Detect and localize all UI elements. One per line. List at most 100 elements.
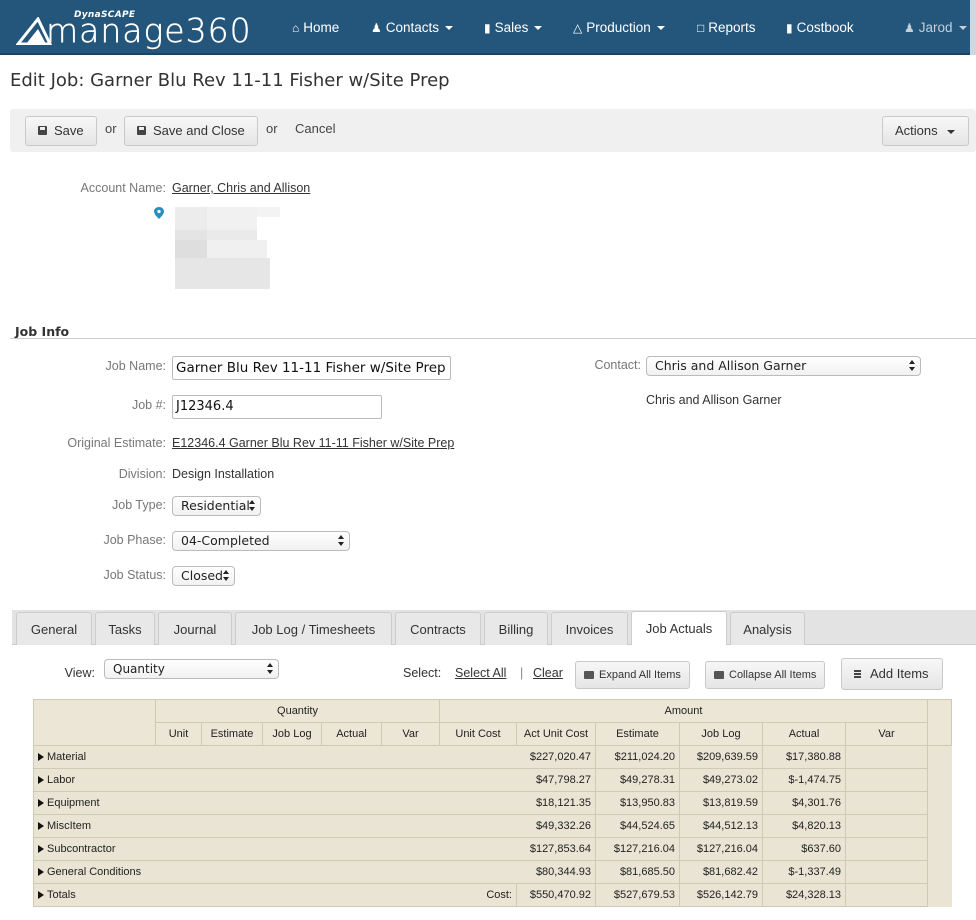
- nav-user-menu[interactable]: ♟ Jarod: [904, 0, 967, 55]
- tab-contracts[interactable]: Contracts: [395, 612, 481, 645]
- row-category[interactable]: MiscItem: [33, 814, 517, 838]
- job-number-input[interactable]: J12346.4: [172, 395, 382, 419]
- cell-actual: $13,819.59: [679, 791, 763, 815]
- select-all-link[interactable]: Select All: [455, 666, 506, 680]
- tab-invoices[interactable]: Invoices: [551, 612, 628, 645]
- nav-home[interactable]: ⌂ Home: [292, 0, 339, 55]
- nav-production[interactable]: △ Production: [573, 0, 665, 55]
- tab-tasks[interactable]: Tasks: [95, 612, 155, 645]
- nav-sales-label: Sales: [494, 20, 529, 35]
- column-header: Var: [381, 722, 440, 746]
- cell-blank: [845, 768, 928, 792]
- actions-button[interactable]: Actions: [882, 116, 969, 146]
- totals-name: Totals: [47, 889, 76, 901]
- list-icon: [854, 670, 861, 679]
- row-category[interactable]: Subcontractor: [33, 837, 517, 861]
- cell-var: $4,820.13: [762, 814, 846, 838]
- table-row[interactable]: Material $227,020.47 $211,024.20 $209,63…: [33, 745, 952, 769]
- actions-label: Actions: [895, 123, 938, 138]
- tab-journal[interactable]: Journal: [158, 612, 232, 645]
- account-name-link[interactable]: Garner, Chris and Allison: [172, 181, 310, 195]
- contact-select-value: Chris and Allison Garner: [655, 358, 807, 373]
- cell-var: $4,301.76: [762, 791, 846, 815]
- top-navbar: DynaSCAPE manage360 ⌂ Home ♟ Contacts ▮ Sal…: [0, 0, 976, 55]
- brand-logo[interactable]: DynaSCAPE manage360: [16, 10, 276, 48]
- job-status-value: Closed: [181, 568, 223, 583]
- nav-costbook[interactable]: ▮ Costbook: [786, 0, 854, 55]
- contact-select[interactable]: Chris and Allison Garner: [646, 356, 921, 376]
- column-header: Actual: [762, 722, 846, 746]
- totals-category[interactable]: Totals: [33, 883, 440, 907]
- save-and-close-button[interactable]: Save and Close: [124, 116, 258, 146]
- select-arrows-icon: [249, 500, 255, 512]
- cell-estimate: $49,332.26: [516, 814, 596, 838]
- totals-actual: $526,142.79: [679, 883, 763, 907]
- row-category[interactable]: Equipment: [33, 791, 517, 815]
- chevron-down-icon: [946, 129, 955, 134]
- folder-open-icon: [584, 671, 594, 679]
- cell-job-log: $81,685.50: [595, 860, 680, 884]
- nav-reports-label: Reports: [708, 20, 756, 35]
- row-category[interactable]: Material: [33, 745, 517, 769]
- column-header: Unit: [155, 722, 202, 746]
- tab-billing[interactable]: Billing: [484, 612, 548, 645]
- table-row[interactable]: MiscItem $49,332.26 $44,524.65 $44,512.1…: [33, 814, 952, 838]
- scrollbar[interactable]: [970, 0, 976, 55]
- save-button[interactable]: Save: [25, 116, 97, 146]
- cell-job-log: $49,278.31: [595, 768, 680, 792]
- job-status-select[interactable]: Closed: [172, 566, 235, 586]
- collapse-all-button[interactable]: Collapse All Items: [705, 661, 826, 689]
- totals-row[interactable]: Totals Cost: $550,470.92 $527,679.53 $52…: [33, 883, 952, 907]
- select-arrows-icon: [909, 360, 915, 372]
- clear-link[interactable]: Clear: [533, 666, 563, 680]
- table-row[interactable]: Subcontractor $127,853.64 $127,216.04 $1…: [33, 837, 952, 861]
- cell-blank: [845, 814, 928, 838]
- original-estimate-link[interactable]: E12346.4 Garner Blu Rev 11-11 Fisher w/S…: [172, 436, 454, 450]
- brand-wordmark: manage360: [46, 11, 252, 50]
- job-name-label: Job Name:: [105, 359, 166, 373]
- tab-job-log-timesheets[interactable]: Job Log / Timesheets: [235, 612, 392, 645]
- contact-display: Chris and Allison Garner: [646, 393, 782, 407]
- totals-cost-label: Cost:: [439, 883, 517, 907]
- table-row[interactable]: Equipment $18,121.35 $13,950.83 $13,819.…: [33, 791, 952, 815]
- nav-contacts[interactable]: ♟ Contacts: [371, 0, 454, 55]
- table-row[interactable]: Labor $47,798.27 $49,278.31 $49,273.02 $…: [33, 768, 952, 792]
- expand-all-label: Expand All Items: [599, 669, 681, 681]
- expand-all-button[interactable]: Expand All Items: [575, 661, 690, 689]
- view-select[interactable]: Quantity: [104, 659, 279, 679]
- tab-job-actuals[interactable]: Job Actuals: [631, 611, 727, 645]
- cell-estimate: $18,121.35: [516, 791, 596, 815]
- job-phase-select[interactable]: 04-Completed: [172, 531, 350, 551]
- tab-analysis[interactable]: Analysis: [730, 612, 805, 645]
- division-value: Design Installation: [172, 467, 275, 481]
- expand-arrow-icon: [38, 753, 44, 761]
- collapse-all-label: Collapse All Items: [729, 669, 817, 681]
- address-redacted: [175, 207, 280, 289]
- job-name-input[interactable]: Garner Blu Rev 11-11 Fisher w/Site Prep: [172, 356, 451, 380]
- column-header: Estimate: [201, 722, 263, 746]
- row-category[interactable]: Labor: [33, 768, 517, 792]
- totals-job-log: $527,679.53: [595, 883, 680, 907]
- job-type-select[interactable]: Residential: [172, 496, 261, 516]
- cell-var: $-1,337.49: [762, 860, 846, 884]
- users-icon: ♟: [371, 21, 382, 35]
- view-label: View:: [64, 666, 95, 680]
- cell-estimate: $80,344.93: [516, 860, 596, 884]
- cell-estimate: $47,798.27: [516, 768, 596, 792]
- nav-sales[interactable]: ▮ Sales: [484, 0, 543, 55]
- page-title: Edit Job: Garner Blu Rev 11-11 Fisher w/…: [10, 70, 450, 91]
- nav-home-label: Home: [303, 20, 340, 35]
- nav-costbook-label: Costbook: [796, 20, 854, 35]
- select-arrows-icon: [267, 663, 273, 675]
- job-type-value: Residential: [181, 498, 250, 513]
- cancel-link[interactable]: Cancel: [295, 121, 335, 136]
- cell-actual: $81,682.42: [679, 860, 763, 884]
- column-header: Job Log: [262, 722, 322, 746]
- nav-reports[interactable]: □ Reports: [697, 0, 756, 55]
- table-row[interactable]: General Conditions $80,344.93 $81,685.50…: [33, 860, 952, 884]
- tab-general[interactable]: General: [16, 612, 92, 645]
- save-icon: [137, 126, 146, 135]
- row-category[interactable]: General Conditions: [33, 860, 517, 884]
- add-items-button[interactable]: Add Items: [841, 658, 943, 690]
- job-type-label: Job Type:: [112, 498, 166, 512]
